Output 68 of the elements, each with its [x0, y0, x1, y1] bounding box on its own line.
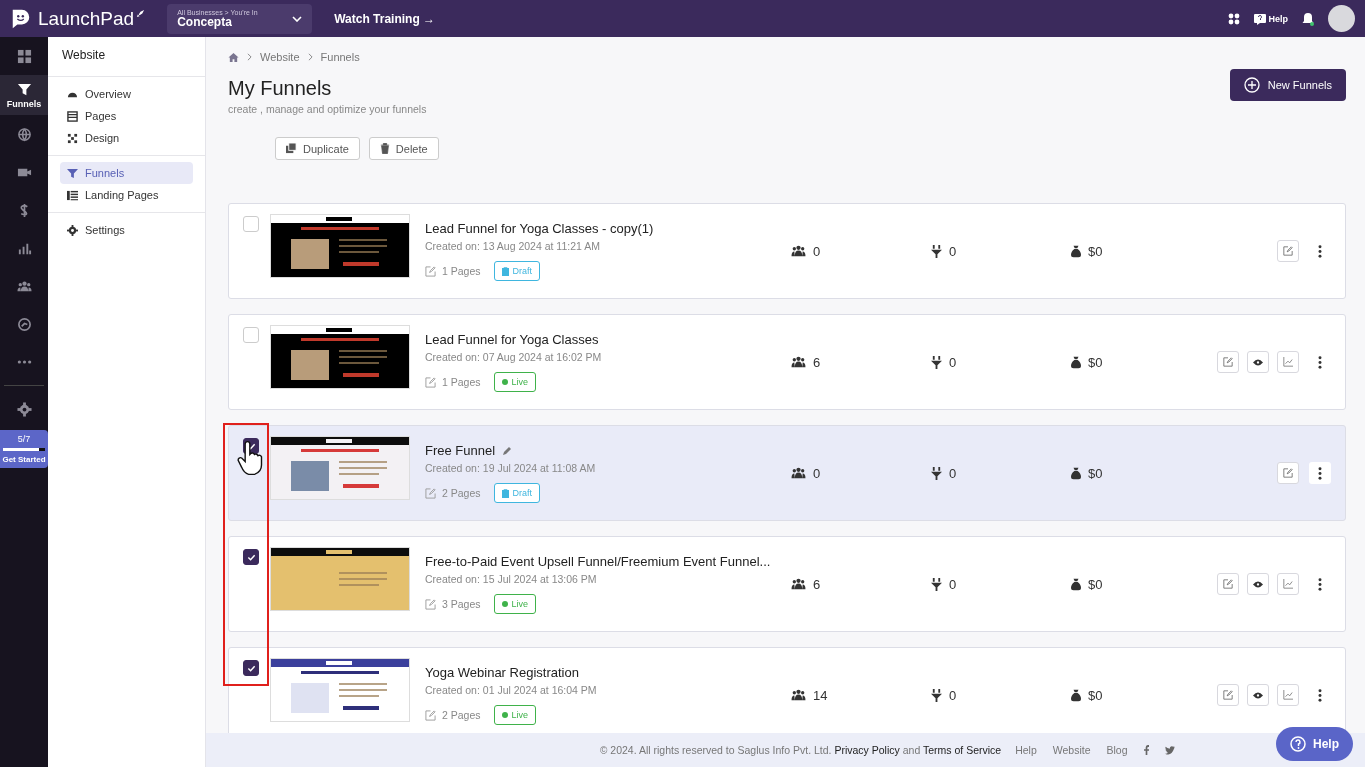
get-started-card[interactable]: 5/7 Get Started	[0, 430, 48, 468]
revenue-amount: $0	[1088, 687, 1103, 703]
created-date: Created on: 19 Jul 2024 at 11:08 AM	[425, 462, 597, 474]
status-badge: Draft	[493, 261, 541, 281]
watch-training-link[interactable]: Watch Training →	[334, 11, 436, 26]
sidebar-item[interactable]: Design	[60, 127, 193, 149]
visitor-count: 14	[813, 687, 828, 703]
sidebar-item[interactable]: Funnels	[60, 162, 193, 184]
created-date: Created on: 13 Aug 2024 at 11:21 AM	[425, 240, 601, 252]
breadcrumb-link[interactable]: Website	[260, 51, 300, 63]
terms-link[interactable]: Terms of Service	[922, 744, 1002, 756]
brand-name: LaunchPad	[38, 7, 135, 30]
funnel-card[interactable]: Yoga Webinar Registration Created on: 01 Jul 2024 at 16:04 PM 2 Pages Live 14 0 $0	[228, 647, 1346, 733]
status-badge: Live	[493, 372, 537, 392]
page-count: 3 Pages	[442, 598, 481, 610]
help-button[interactable]: Help	[1276, 727, 1353, 761]
visitor-count: 6	[813, 354, 821, 370]
sidebar-item[interactable]: Pages	[60, 105, 193, 127]
help-link[interactable]: Help	[1254, 12, 1288, 25]
funnel-card[interactable]: Free-to-Paid Event Upsell Funnel/Freemium Event Funnel... Created on: 15 Jul 2024 at 13:06 PM 3 Pages Live 6 0 $0	[228, 536, 1346, 632]
delete-button[interactable]: Delete	[368, 137, 439, 160]
new-funnels-button[interactable]: New Funnels	[1229, 69, 1346, 101]
created-date: Created on: 01 Jul 2024 at 16:04 PM	[425, 684, 598, 696]
created-date: Created on: 15 Jul 2024 at 13:06 PM	[425, 573, 598, 585]
conversion-count: 0	[949, 576, 957, 592]
visitor-count: 0	[813, 465, 821, 481]
breadcrumb-link[interactable]: Funnels	[320, 51, 360, 63]
status-badge: Live	[493, 705, 537, 725]
page-subtitle: create , manage and optimize your funnels	[228, 103, 427, 115]
privacy-policy-link[interactable]: Privacy Policy	[834, 744, 900, 756]
revenue-amount: $0	[1088, 465, 1103, 481]
funnel-card[interactable]: Lead Funnel for Yoga Classes - copy(1) Created on: 13 Aug 2024 at 11:21 AM 1 Pages Draft 0 0 $0	[228, 203, 1346, 299]
revenue-amount: $0	[1088, 243, 1103, 259]
visitor-count: 6	[813, 576, 821, 592]
visitor-count: 0	[813, 243, 821, 259]
created-date: Created on: 07 Aug 2024 at 16:02 PM	[425, 351, 603, 363]
status-badge: Draft	[493, 483, 541, 503]
funnel-title[interactable]: Lead Funnel for Yoga Classes	[425, 332, 599, 347]
conversion-count: 0	[949, 354, 957, 370]
sidebar-item[interactable]: Settings	[60, 219, 193, 241]
rail-item[interactable]: Funnels	[0, 75, 48, 115]
sidebar-item[interactable]: Landing Pages	[60, 184, 193, 206]
footer-link[interactable]: Blog	[1106, 744, 1128, 756]
revenue-amount: $0	[1088, 354, 1103, 370]
revenue-amount: $0	[1088, 576, 1103, 592]
duplicate-button[interactable]: Duplicate	[275, 137, 360, 160]
funnel-card[interactable]: Free Funnel Created on: 19 Jul 2024 at 11:08 AM 2 Pages Draft 0 0 $0	[228, 425, 1346, 521]
page-count: 1 Pages	[442, 376, 481, 388]
conversion-count: 0	[949, 687, 957, 703]
page-count: 2 Pages	[442, 487, 481, 499]
progress-count: 5/7	[17, 434, 31, 444]
sidebar-item[interactable]: Overview	[60, 83, 193, 105]
funnel-title[interactable]: Lead Funnel for Yoga Classes - copy(1)	[425, 221, 654, 236]
sidebar-title: Website	[48, 37, 205, 77]
conversion-count: 0	[949, 465, 957, 481]
status-badge: Live	[493, 594, 537, 614]
get-started-label: Get Started	[2, 455, 46, 464]
footer-link[interactable]: Website	[1052, 744, 1091, 756]
copyright-text: © 2024. All rights reserved to Saglus Info Pvt. Ltd. Privacy Policy and Terms of Service	[600, 744, 1002, 756]
page-title: My Funnels	[228, 77, 333, 100]
page-count: 1 Pages	[442, 265, 481, 277]
funnel-card[interactable]: Lead Funnel for Yoga Classes Created on: 07 Aug 2024 at 16:02 PM 1 Pages Live 6 0 $0	[228, 314, 1346, 410]
funnel-title[interactable]: Yoga Webinar Registration	[425, 665, 579, 680]
page-count: 2 Pages	[442, 709, 481, 721]
footer-link[interactable]: Help	[1015, 744, 1037, 756]
conversion-count: 0	[949, 243, 957, 259]
funnel-title[interactable]: Free Funnel	[425, 443, 496, 458]
funnel-title[interactable]: Free-to-Paid Event Upsell Funnel/Freemium Event Funnel...	[425, 554, 771, 569]
